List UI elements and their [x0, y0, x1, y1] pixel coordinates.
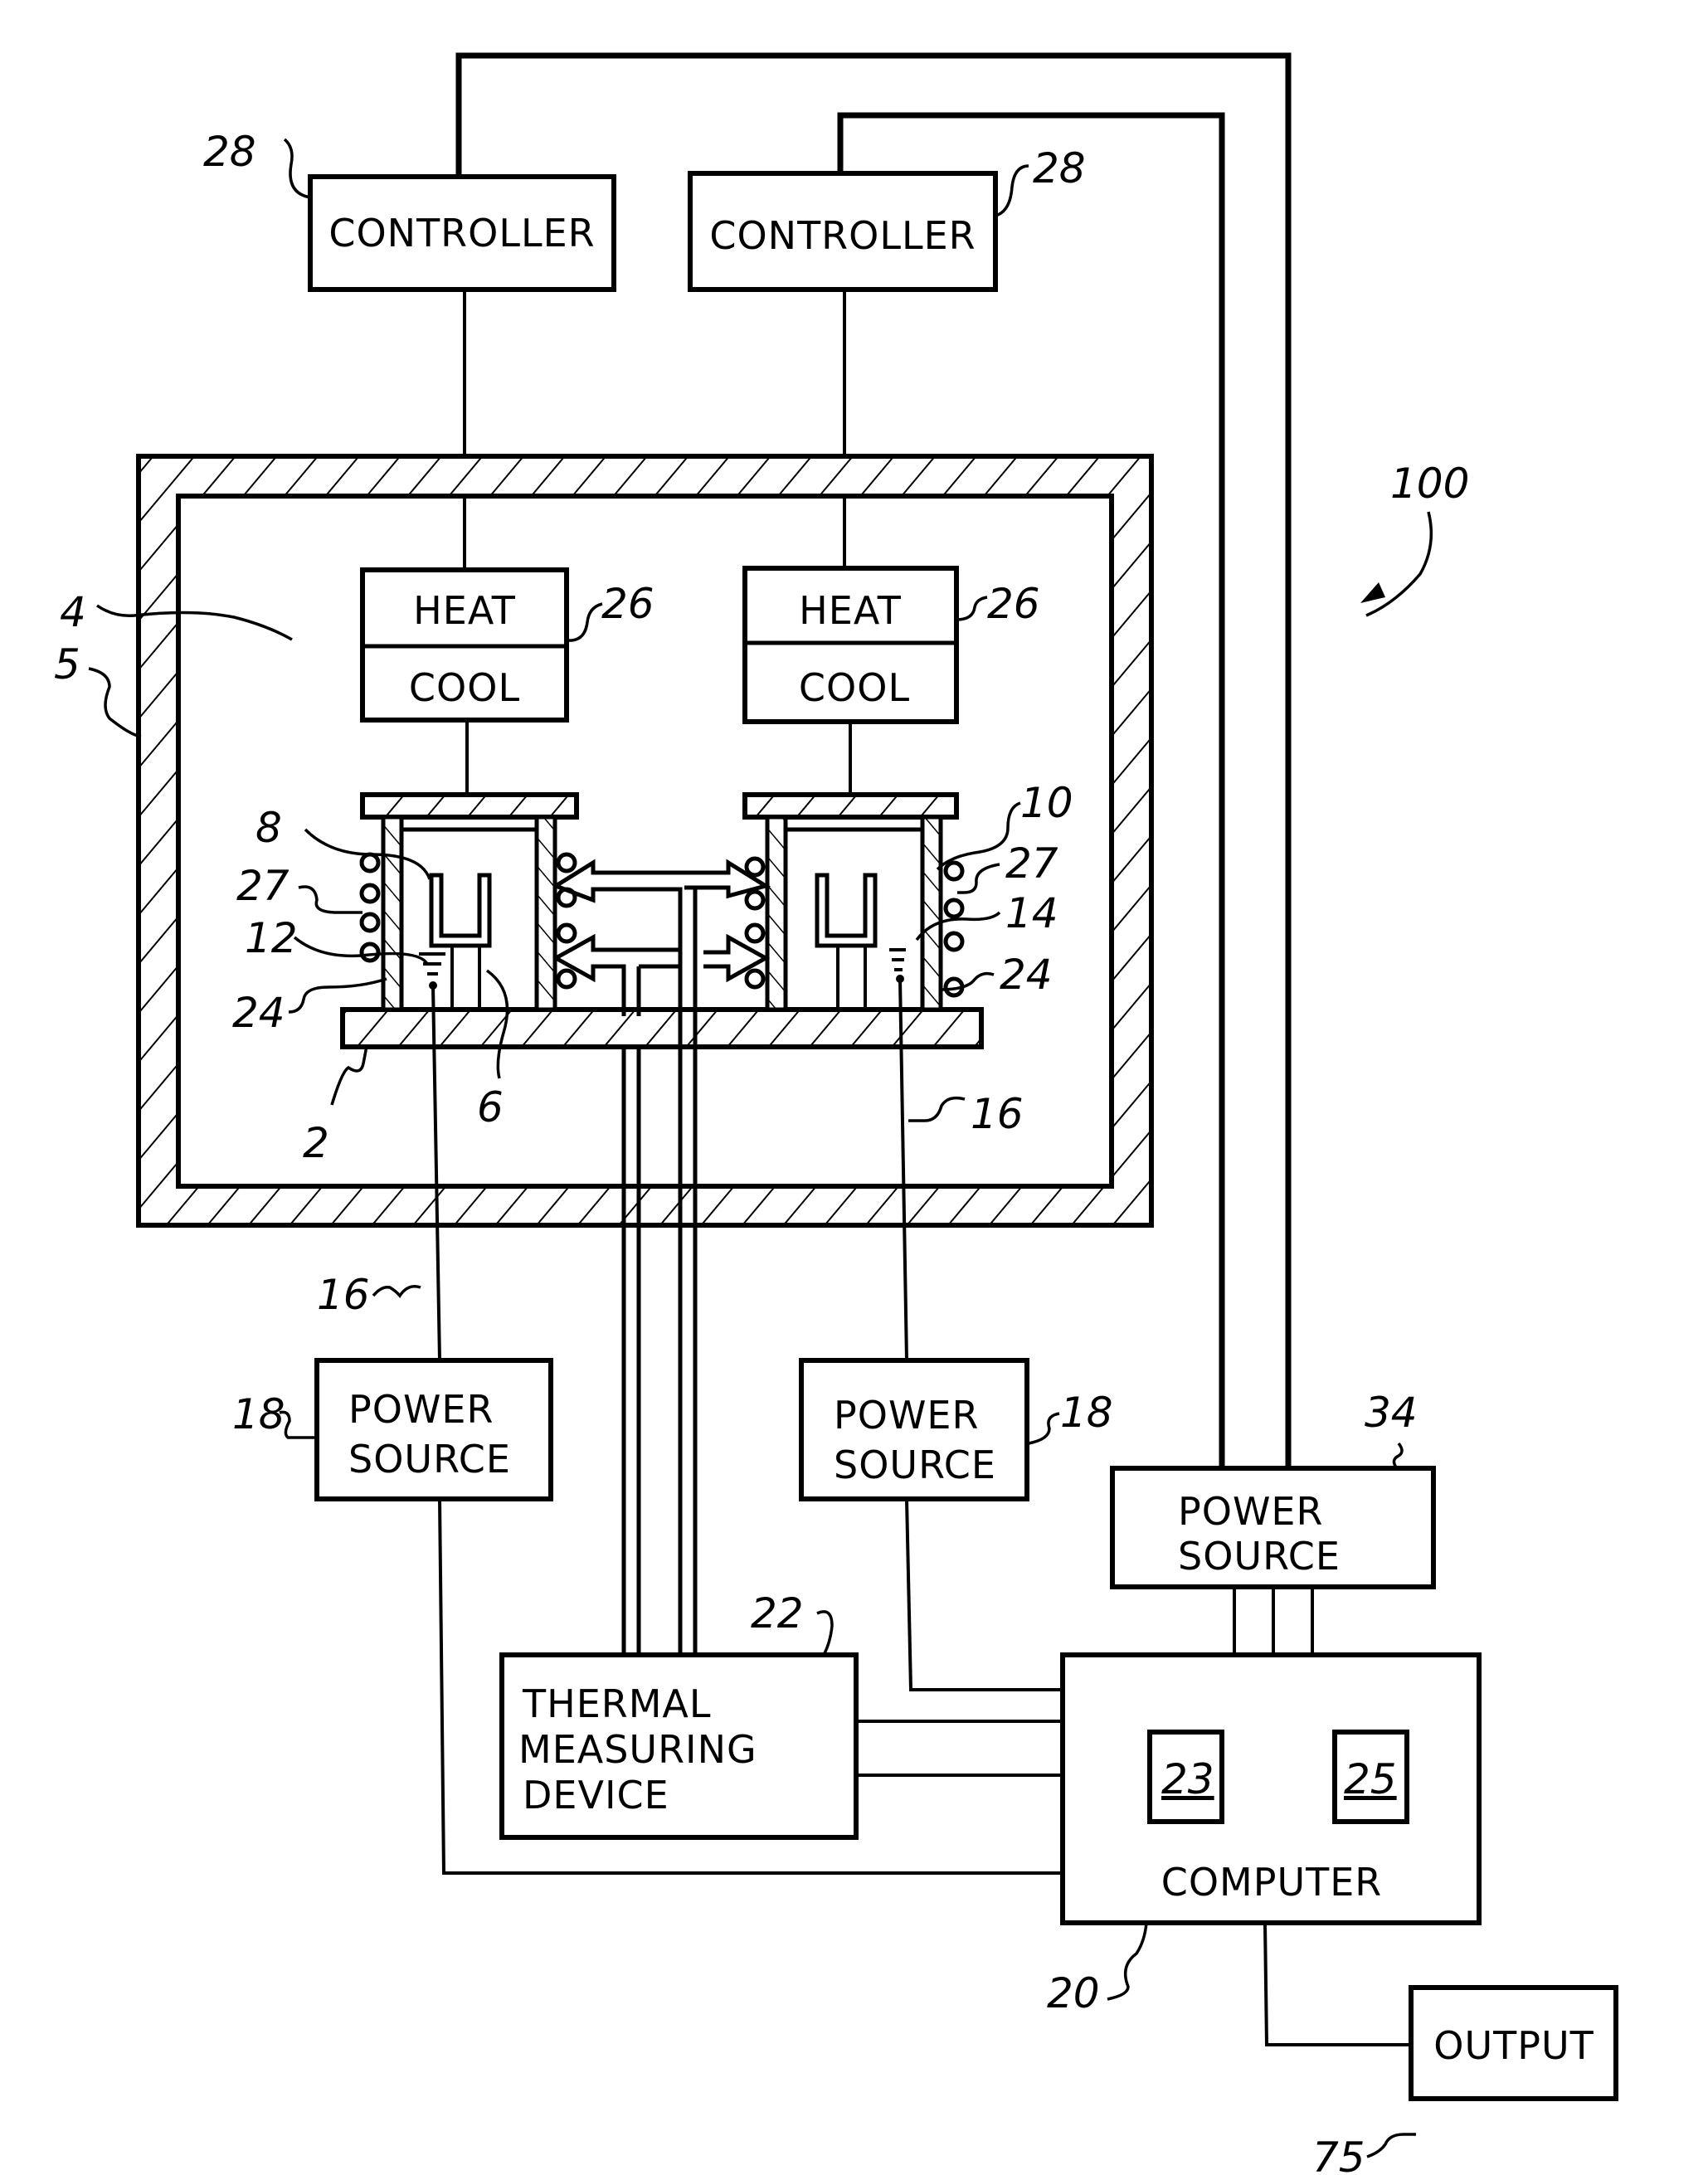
ref-75: 75 [1312, 2134, 1365, 2175]
leader-34 [1392, 1442, 1404, 1470]
leader-18-right [1028, 1412, 1060, 1445]
heat-cool-left: HEAT COOL [360, 567, 569, 723]
ref-25: 25 [1344, 1755, 1397, 1803]
patent-diagram: CONTROLLER CONTROLLER 28 28 4 5 HEAT COO… [54, 52, 1618, 2175]
controller-left-label: CONTROLLER [328, 211, 595, 255]
ref-26-right: 26 [987, 580, 1040, 628]
ref-crucible-right: 10 [1020, 779, 1073, 827]
leader-20 [1107, 1922, 1148, 2001]
output-label: OUTPUT [1433, 2023, 1594, 2068]
heat-cool-right: HEAT COOL [742, 566, 959, 724]
power-source-right-line1: POWER [834, 1393, 979, 1438]
ref-crucible-left: 8 [255, 804, 282, 852]
ref-34: 34 [1365, 1389, 1418, 1437]
ref-chamber: 4 [60, 588, 86, 636]
ref-22: 22 [751, 1589, 804, 1637]
leader-26-right [956, 596, 988, 621]
power-source-left-line2: SOURCE [348, 1437, 511, 1482]
arrow-100-icon [1360, 582, 1385, 603]
ref-coil-left: 27 [236, 862, 290, 910]
sleeve-left-inner [534, 815, 557, 1012]
computer: 23 25 COMPUTER [1060, 1652, 1482, 1925]
leader-16-left [372, 1285, 421, 1298]
leader-16-right [908, 1096, 966, 1122]
controller-right-label: CONTROLLER [709, 213, 976, 258]
ref-lead-left: 16 [317, 1271, 370, 1319]
controller-left: CONTROLLER [308, 174, 616, 292]
ref-sleeve-left: 24 [232, 989, 285, 1037]
leader-75 [1366, 2133, 1416, 2158]
crucible-left [429, 873, 492, 948]
thermal-line1: THERMAL [522, 1681, 712, 1726]
leader-100 [1365, 511, 1433, 617]
furnace-left [359, 792, 579, 1012]
power-source-left: POWER SOURCE [314, 1358, 553, 1501]
output: OUTPUT [1409, 1985, 1618, 2101]
ref-28-right: 28 [1033, 144, 1086, 192]
ref-base-plate: 2 [303, 1119, 329, 1167]
ref-sleeve-right: 24 [1000, 951, 1053, 999]
ref-enclosure-wall: 5 [54, 640, 80, 689]
base-plate [340, 1007, 984, 1049]
ref-lead-right: 16 [971, 1090, 1024, 1138]
thermal-line2: MEASURING [518, 1727, 757, 1772]
cool-left-label: COOL [409, 665, 520, 710]
lid-right [742, 792, 959, 820]
sleeve-right-inner [920, 815, 943, 1012]
ref-figure: 100 [1390, 460, 1469, 508]
heat-right-label: HEAT [799, 588, 902, 633]
crucible-right [815, 873, 878, 948]
sleeve-left-outer [381, 815, 404, 1012]
wire-power18-right-to-computer [905, 1498, 1063, 1691]
power-source-main-line2: SOURCE [1178, 1534, 1341, 1579]
leader-2 [330, 1044, 368, 1106]
leader-5 [88, 667, 142, 738]
furnace-right [742, 792, 965, 1012]
ref-18-right: 18 [1060, 1389, 1113, 1437]
ref-coil-right: 27 [1005, 839, 1058, 888]
lid-left [360, 792, 579, 820]
ref-28-left: 28 [203, 128, 256, 176]
power-source-main: POWER SOURCE [1110, 1466, 1436, 1589]
ref-support: 6 [477, 1083, 504, 1131]
leader-22 [816, 1610, 834, 1656]
power-source-left-line1: POWER [348, 1387, 494, 1432]
leader-18-left [279, 1410, 317, 1439]
power-source-right: POWER SOURCE [799, 1358, 1029, 1501]
leader-4 [95, 604, 293, 641]
wire-computer-output [1263, 1922, 1411, 2046]
cool-right-label: COOL [799, 665, 910, 710]
power-source-main-line1: POWER [1178, 1489, 1323, 1534]
leader-28-left [283, 138, 311, 199]
thermal-probes [554, 859, 771, 1655]
ref-18-left: 18 [232, 1390, 285, 1438]
ref-26-left: 26 [601, 580, 654, 628]
thermal-line3: DEVICE [523, 1773, 669, 1817]
ref-23: 23 [1161, 1755, 1214, 1803]
controller-right: CONTROLLER [688, 171, 998, 292]
sleeve-right-outer [765, 815, 788, 1012]
ref-20: 20 [1047, 1969, 1100, 2017]
ref-electrode-left: 12 [245, 914, 298, 962]
power-source-right-line2: SOURCE [834, 1443, 996, 1487]
heat-left-label: HEAT [413, 588, 516, 633]
computer-label: COMPUTER [1161, 1860, 1383, 1905]
ref-electrode-right: 14 [1005, 889, 1058, 937]
leader-28-right [995, 164, 1029, 217]
thermal-measuring-device: THERMAL MEASURING DEVICE [499, 1652, 859, 1840]
leader-26-left [566, 602, 603, 642]
leader-27-left [298, 885, 363, 914]
